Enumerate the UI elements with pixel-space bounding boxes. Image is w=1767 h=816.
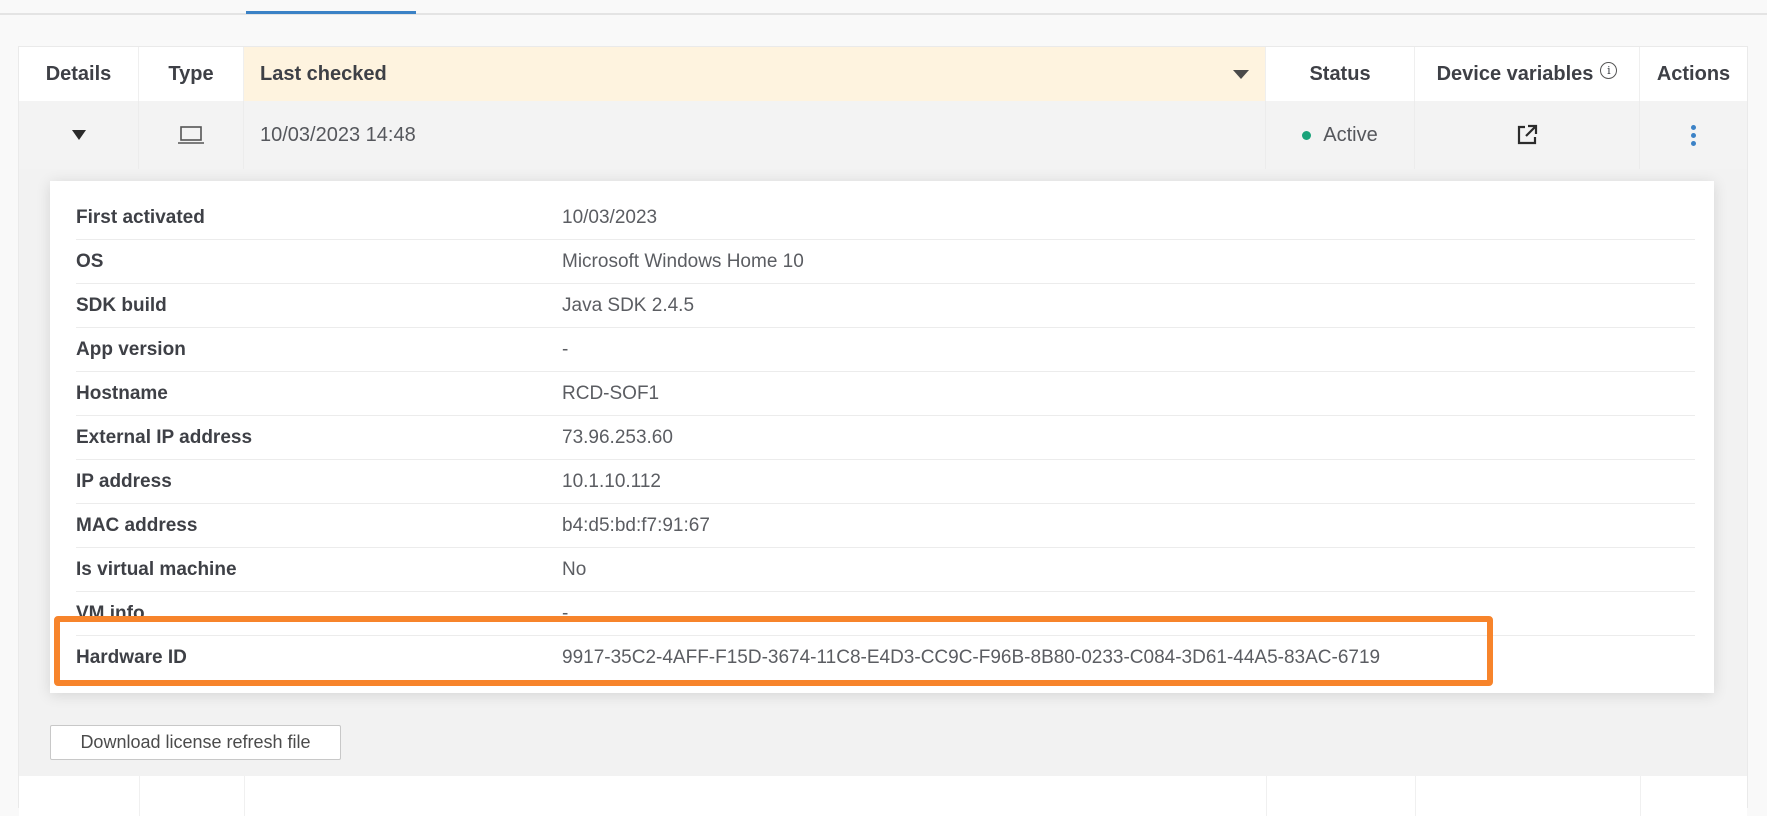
- column-divider: [1266, 776, 1267, 816]
- status-badge: Active: [1323, 123, 1378, 146]
- detail-label: MAC address: [76, 515, 198, 536]
- table-row: 10/03/2023 14:48 Active: [19, 101, 1747, 169]
- column-header-device-variables[interactable]: Device variables i: [1415, 47, 1640, 101]
- detail-label: VM info: [76, 603, 145, 624]
- actions-cell: [1640, 101, 1747, 169]
- column-divider: [1640, 776, 1641, 816]
- info-icon[interactable]: i: [1600, 61, 1618, 79]
- detail-value: Microsoft Windows Home 10: [562, 251, 804, 272]
- row-details-expanded: First activated 10/03/2023 OS Microsoft Win…: [19, 169, 1747, 776]
- detail-value: 10.1.10.112: [562, 471, 661, 492]
- detail-row-app-version: App version -: [76, 328, 1695, 372]
- column-divider: [139, 776, 140, 816]
- last-checked-value: 10/03/2023 14:48: [260, 123, 416, 146]
- column-header-label: Status: [1309, 62, 1371, 85]
- overflow-menu-vertical-icon[interactable]: [1691, 124, 1696, 146]
- detail-label: External IP address: [76, 427, 253, 448]
- column-header-actions[interactable]: Actions: [1640, 47, 1747, 101]
- laptop-icon: [178, 126, 204, 144]
- caret-down-icon[interactable]: [71, 130, 86, 140]
- detail-row-sdk-build: SDK build Java SDK 2.4.5: [76, 284, 1695, 328]
- column-header-last-checked[interactable]: Last checked: [244, 47, 1266, 101]
- table-row: [19, 776, 1747, 816]
- column-header-details[interactable]: Details: [19, 47, 139, 101]
- active-tab-indicator: [246, 11, 416, 14]
- external-link-icon[interactable]: [1515, 123, 1539, 147]
- detail-row-ip-address: IP address 10.1.10.112: [76, 460, 1695, 504]
- detail-row-os: OS Microsoft Windows Home 10: [76, 240, 1695, 284]
- detail-label: Hostname: [76, 383, 168, 404]
- column-header-label: Actions: [1656, 62, 1731, 85]
- detail-label: IP address: [76, 471, 172, 492]
- sort-descending-icon[interactable]: [1233, 69, 1249, 79]
- status-active-icon: [1302, 130, 1312, 140]
- detail-row-hardware-id: Hardware ID 9917-35C2-4AFF-F15D-3674-11C8…: [76, 636, 1695, 680]
- column-header-label: Type: [168, 62, 214, 85]
- column-header-type[interactable]: Type: [139, 47, 244, 101]
- detail-value: No: [562, 559, 587, 580]
- detail-value: b4:d5:bd:f7:91:67: [562, 515, 710, 536]
- details-cell: [19, 101, 139, 169]
- detail-label: OS: [76, 251, 104, 272]
- device-variables-cell: [1415, 101, 1640, 169]
- detail-row-vm-info: VM info -: [76, 592, 1695, 636]
- detail-value: RCD-SOF1: [562, 383, 660, 404]
- detail-value: -: [562, 603, 569, 624]
- column-header-label: Last checked: [260, 62, 387, 85]
- detail-row-is-virtual-machine: Is virtual machine No: [76, 548, 1695, 592]
- device-details-panel: First activated 10/03/2023 OS Microsoft Win…: [50, 181, 1714, 693]
- detail-value: -: [562, 339, 569, 360]
- detail-label: App version: [76, 339, 186, 360]
- detail-row-mac-address: MAC address b4:d5:bd:f7:91:67: [76, 504, 1695, 548]
- detail-label: Is virtual machine: [76, 559, 237, 580]
- detail-label: SDK build: [76, 295, 167, 316]
- detail-value: Java SDK 2.4.5: [562, 295, 695, 316]
- column-header-label: Device variables: [1436, 62, 1594, 85]
- detail-label: First activated: [76, 207, 205, 228]
- column-header-status[interactable]: Status: [1266, 47, 1415, 101]
- detail-value: 73.96.253.60: [562, 427, 673, 448]
- detail-row-first-activated: First activated 10/03/2023: [76, 196, 1695, 240]
- status-cell: Active: [1266, 101, 1415, 169]
- table-header: Details Type Last checked Status Device …: [19, 47, 1747, 101]
- detail-value: 10/03/2023: [562, 207, 658, 228]
- column-header-label: Details: [45, 62, 112, 85]
- detail-value: 9917-35C2-4AFF-F15D-3674-11C8-E4D3-CC9C-…: [562, 647, 1381, 668]
- column-divider: [244, 776, 245, 816]
- column-divider: [1415, 776, 1416, 816]
- detail-row-hostname: Hostname RCD-SOF1: [76, 372, 1695, 416]
- last-checked-cell: 10/03/2023 14:48: [244, 101, 1266, 169]
- devices-table: Details Type Last checked Status Device …: [18, 46, 1748, 816]
- download-license-refresh-file-button[interactable]: Download license refresh file: [50, 725, 341, 760]
- type-cell: [139, 101, 244, 169]
- detail-row-external-ip-address: External IP address 73.96.253.60: [76, 416, 1695, 460]
- detail-label: Hardware ID: [76, 647, 187, 668]
